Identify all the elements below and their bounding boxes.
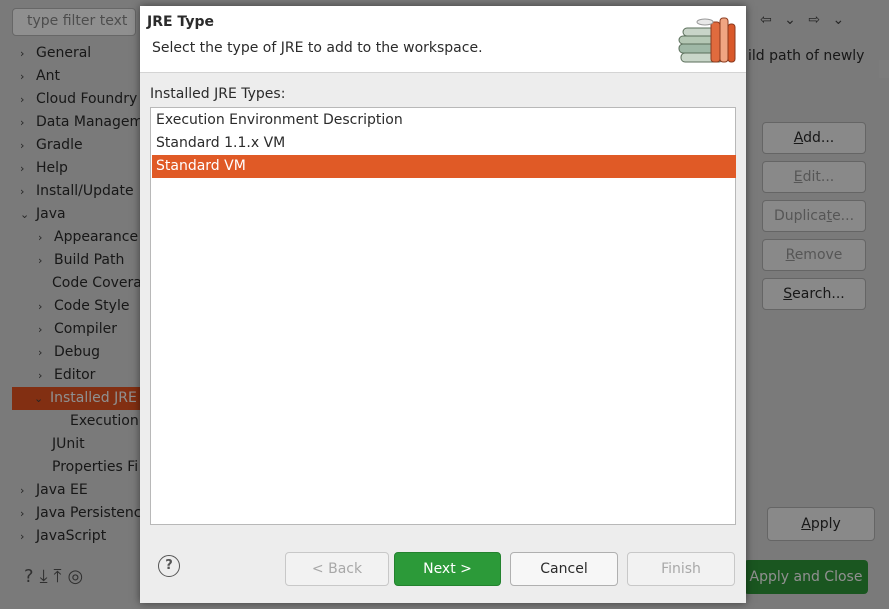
tree-item-debug[interactable]: › Debug — [38, 341, 100, 364]
chevron-right-icon: › — [38, 369, 43, 382]
tree-item-data-management[interactable]: › Data Manageme — [20, 111, 152, 134]
chevron-right-icon: › — [38, 300, 43, 313]
chevron-down-icon: ⌄ — [20, 208, 30, 221]
tree-item-editor[interactable]: › Editor — [38, 364, 95, 387]
tree-item-java-ee[interactable]: › Java EE — [20, 479, 88, 502]
filter-input[interactable]: type filter text — [12, 8, 136, 36]
finish-button[interactable]: Finish — [627, 552, 735, 586]
chevron-right-icon: › — [20, 70, 25, 83]
chevron-right-icon: › — [38, 323, 43, 336]
dialog-header: JRE Type Select the type of JRE to add t… — [140, 6, 746, 73]
tree-item-gradle[interactable]: › Gradle — [20, 134, 83, 157]
tree-item-cloud-foundry[interactable]: › Cloud Foundry — [20, 88, 137, 111]
search-button[interactable]: Search... — [762, 278, 866, 310]
chevron-right-icon: › — [20, 162, 25, 175]
tree-item-appearance[interactable]: › Appearance — [38, 226, 138, 249]
chevron-right-icon: › — [38, 254, 43, 267]
installed-jre-types-label: Installed JRE Types: — [150, 86, 286, 102]
tree-item-code-style[interactable]: › Code Style — [38, 295, 129, 318]
tree-item-general[interactable]: › General — [20, 42, 91, 65]
chevron-right-icon: › — [20, 507, 25, 520]
import-icon[interactable]: ⤓ — [40, 566, 54, 587]
back-button[interactable]: < Back — [285, 552, 389, 586]
cancel-button[interactable]: Cancel — [510, 552, 618, 586]
dialog-title: JRE Type — [147, 14, 214, 30]
jre-types-list[interactable]: Execution Environment Description Standa… — [150, 107, 736, 525]
tree-item-java-persistence[interactable]: › Java Persistence — [20, 502, 150, 525]
chevron-right-icon: › — [20, 139, 25, 152]
history-nav[interactable]: ⇦ ⌄ ⇨ ⌄ — [760, 12, 848, 28]
chevron-right-icon: › — [20, 47, 25, 60]
chevron-down-icon: ⌄ — [34, 392, 44, 405]
tree-item-execution-environments[interactable]: Execution — [70, 410, 139, 433]
duplicate-button[interactable]: Duplicate... — [762, 200, 866, 232]
dialog-description: Select the type of JRE to add to the wor… — [152, 40, 483, 56]
list-item[interactable]: Standard 1.1.x VM — [152, 132, 736, 155]
list-item-selected[interactable]: Standard VM — [152, 155, 736, 178]
chevron-right-icon: › — [38, 231, 43, 244]
tree-item-ant[interactable]: › Ant — [20, 65, 60, 88]
chevron-right-icon: › — [20, 116, 25, 129]
edit-button[interactable]: Edit... — [762, 161, 866, 193]
export-icon[interactable]: ⤒ — [54, 566, 68, 587]
library-books-icon — [678, 17, 736, 63]
chevron-right-icon: › — [20, 185, 25, 198]
page-description: ild path of newly — [748, 48, 865, 64]
oomph-icon[interactable]: ◎ — [68, 566, 90, 587]
tree-item-javascript[interactable]: › JavaScript — [20, 525, 106, 548]
help-icon[interactable]: ? — [158, 555, 180, 577]
tree-item-build-path[interactable]: › Build Path — [38, 249, 124, 272]
tree-item-code-coverage[interactable]: Code Coverag — [52, 272, 151, 295]
help-icon[interactable]: ? — [24, 566, 40, 587]
remove-button[interactable]: Remove — [762, 239, 866, 271]
tree-item-properties-files[interactable]: Properties Fi — [52, 456, 138, 479]
tree-item-installed-jres[interactable]: ⌄ Installed JRE — [12, 387, 140, 410]
chevron-right-icon: › — [20, 484, 25, 497]
tree-item-junit[interactable]: JUnit — [52, 433, 85, 456]
tree-item-java[interactable]: ⌄ Java — [20, 203, 66, 226]
apply-and-close-button[interactable]: Apply and Close — [744, 560, 868, 594]
add-button[interactable]: Add... — [762, 122, 866, 154]
tree-item-install-update[interactable]: › Install/Update — [20, 180, 134, 203]
chevron-right-icon: › — [38, 346, 43, 359]
list-item[interactable]: Execution Environment Description — [152, 109, 736, 132]
chevron-right-icon: › — [20, 530, 25, 543]
bottom-toolbar: ?⤓⤒◎ — [24, 566, 89, 587]
apply-button[interactable]: Apply — [767, 507, 875, 541]
tree-item-help[interactable]: › Help — [20, 157, 68, 180]
jre-type-dialog: JRE Type Select the type of JRE to add t… — [140, 6, 746, 603]
next-button[interactable]: Next > — [394, 552, 501, 586]
tree-item-compiler[interactable]: › Compiler — [38, 318, 117, 341]
chevron-right-icon: › — [20, 93, 25, 106]
table-edge — [879, 60, 889, 78]
